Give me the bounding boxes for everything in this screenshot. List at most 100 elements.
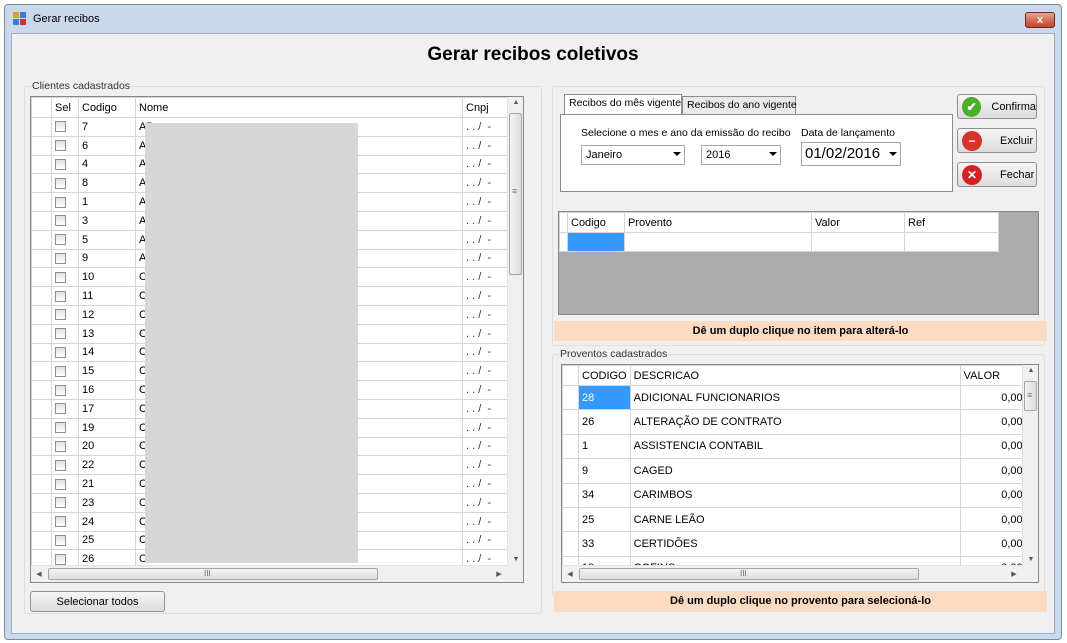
select-checkbox-cell[interactable] <box>51 135 79 156</box>
clients-hscroll-thumb[interactable]: III <box>48 568 378 580</box>
table-row[interactable]: 9 CAGED 0,00 <box>562 458 1027 484</box>
select-checkbox[interactable] <box>55 140 66 152</box>
col-header-codigo[interactable]: Codigo <box>78 97 136 118</box>
codigo-cell[interactable]: 6 <box>78 135 136 156</box>
select-checkbox[interactable] <box>55 271 66 283</box>
table-row[interactable]: 1 ASSISTENCIA CONTABIL 0,00 <box>562 433 1027 460</box>
select-checkbox-cell[interactable] <box>51 210 79 231</box>
codigo-cell[interactable]: 22 <box>78 455 136 476</box>
select-checkbox-cell[interactable] <box>51 342 79 363</box>
valor-cell[interactable]: 0,00 <box>959 506 1027 533</box>
select-checkbox-cell[interactable] <box>51 286 79 306</box>
scroll-left-icon[interactable]: ◀ <box>31 570 47 578</box>
select-checkbox-cell[interactable] <box>51 173 79 194</box>
codigo-cell[interactable]: 16 <box>78 380 136 400</box>
select-checkbox-cell[interactable] <box>51 304 79 325</box>
select-checkbox[interactable] <box>55 441 66 453</box>
valor-cell[interactable]: 0,00 <box>959 531 1027 557</box>
valor-cell[interactable]: 0,00 <box>959 482 1027 508</box>
month-select[interactable]: Janeiro <box>581 145 685 165</box>
select-checkbox-cell[interactable] <box>51 192 79 212</box>
select-checkbox-cell[interactable] <box>51 248 79 269</box>
select-checkbox[interactable] <box>55 516 66 528</box>
select-checkbox[interactable] <box>55 234 66 246</box>
table-row[interactable]: 26 ALTERAÇÃO DE CONTRATO 0,00 <box>562 409 1027 435</box>
new-row-codigo-cell[interactable] <box>567 232 625 252</box>
valor-cell[interactable]: 0,00 <box>959 409 1027 435</box>
codigo-cell[interactable]: 17 <box>78 398 136 419</box>
codigo-cell[interactable]: 7 <box>78 117 136 137</box>
col-header-codigo[interactable]: CODIGO <box>578 365 631 386</box>
codigo-cell[interactable]: 14 <box>78 342 136 363</box>
select-checkbox[interactable] <box>55 121 66 133</box>
select-checkbox[interactable] <box>55 459 66 471</box>
codigo-cell[interactable]: 26 <box>578 409 631 435</box>
scroll-up-icon[interactable]: ▲ <box>1023 367 1038 374</box>
select-checkbox[interactable] <box>55 309 66 321</box>
tab-mes-vigente[interactable]: Recibos do mês vigente <box>564 94 682 114</box>
codigo-cell[interactable]: 15 <box>78 361 136 382</box>
select-checkbox[interactable] <box>55 290 66 302</box>
table-row[interactable]: 25 CARNE LEÃO 0,00 <box>562 506 1027 533</box>
descricao-cell[interactable]: CARIMBOS <box>629 482 961 508</box>
descricao-cell[interactable]: ASSISTENCIA CONTABIL <box>629 433 961 460</box>
codigo-cell[interactable]: 23 <box>78 492 136 513</box>
confirm-button[interactable]: ✔ Confirma <box>957 94 1037 119</box>
codigo-cell[interactable]: 12 <box>78 304 136 325</box>
receipt-items-grid[interactable]: Codigo Provento Valor Ref <box>558 211 1039 315</box>
select-checkbox-cell[interactable] <box>51 323 79 344</box>
col-header-descricao[interactable]: DESCRICAO <box>629 365 961 386</box>
descricao-cell[interactable]: ALTERAÇÃO DE CONTRATO <box>629 409 961 435</box>
descricao-cell[interactable]: ADICIONAL FUNCIONARIOS <box>629 384 961 411</box>
select-checkbox[interactable] <box>55 553 66 565</box>
codigo-cell[interactable]: 8 <box>78 173 136 194</box>
select-checkbox[interactable] <box>55 215 66 227</box>
descricao-cell[interactable]: CARNE LEÃO <box>629 506 961 533</box>
select-checkbox[interactable] <box>55 403 66 415</box>
year-select[interactable]: 2016 <box>701 145 781 165</box>
scroll-down-icon[interactable]: ▼ <box>1023 556 1038 563</box>
proventos-hscroll-thumb[interactable]: III <box>579 568 919 580</box>
col-header-ref[interactable]: Ref <box>904 212 999 233</box>
codigo-cell[interactable]: 19 <box>78 417 136 438</box>
select-checkbox-cell[interactable] <box>51 117 79 137</box>
codigo-cell[interactable]: 9 <box>78 248 136 269</box>
select-checkbox-cell[interactable] <box>51 492 79 513</box>
table-row[interactable]: 28 ADICIONAL FUNCIONARIOS 0,00 <box>562 384 1027 411</box>
scroll-up-icon[interactable]: ▲ <box>508 99 523 106</box>
select-checkbox-cell[interactable] <box>51 474 79 494</box>
codigo-cell[interactable]: 24 <box>78 511 136 532</box>
proventos-vscroll-thumb[interactable]: ≡ <box>1024 381 1037 411</box>
select-checkbox[interactable] <box>55 196 66 208</box>
table-row[interactable]: 33 CERTIDÕES 0,00 <box>562 531 1027 557</box>
clients-vertical-scrollbar[interactable]: ▲ ≡ ▼ <box>507 97 523 565</box>
valor-cell[interactable]: 0,00 <box>959 433 1027 460</box>
codigo-cell[interactable]: 25 <box>78 530 136 551</box>
select-checkbox-cell[interactable] <box>51 154 79 175</box>
select-checkbox[interactable] <box>55 422 66 434</box>
select-checkbox[interactable] <box>55 177 66 189</box>
proventos-vertical-scrollbar[interactable]: ▲ ≡ ▼ <box>1022 365 1038 565</box>
tab-ano-vigente[interactable]: Recibos do ano vigente <box>682 96 797 114</box>
clients-vscroll-thumb[interactable]: ≡ <box>509 113 522 275</box>
codigo-cell[interactable]: 3 <box>78 210 136 231</box>
codigo-cell[interactable]: 25 <box>578 506 631 533</box>
codigo-cell[interactable]: 1 <box>578 433 631 460</box>
select-checkbox[interactable] <box>55 478 66 490</box>
select-checkbox-cell[interactable] <box>51 398 79 419</box>
select-checkbox-cell[interactable] <box>51 455 79 476</box>
date-picker[interactable]: 01/02/2016 <box>801 142 901 166</box>
select-checkbox[interactable] <box>55 365 66 377</box>
codigo-cell[interactable]: 33 <box>578 531 631 557</box>
clients-grid[interactable]: Sel Codigo Nome Cnpj 7AD. . / -6AG. . / … <box>30 96 524 583</box>
select-all-button[interactable]: Selecionar todos <box>30 591 165 612</box>
codigo-cell[interactable]: 21 <box>78 474 136 494</box>
select-checkbox[interactable] <box>55 328 66 340</box>
clients-horizontal-scrollbar[interactable]: ◀ III ▶ <box>31 565 507 582</box>
table-row[interactable]: 34 CARIMBOS 0,00 <box>562 482 1027 508</box>
select-checkbox-cell[interactable] <box>51 361 79 382</box>
select-checkbox-cell[interactable] <box>51 436 79 457</box>
select-checkbox[interactable] <box>55 253 66 265</box>
codigo-cell[interactable]: 28 <box>578 384 631 411</box>
new-row-valor-cell[interactable] <box>811 232 905 252</box>
